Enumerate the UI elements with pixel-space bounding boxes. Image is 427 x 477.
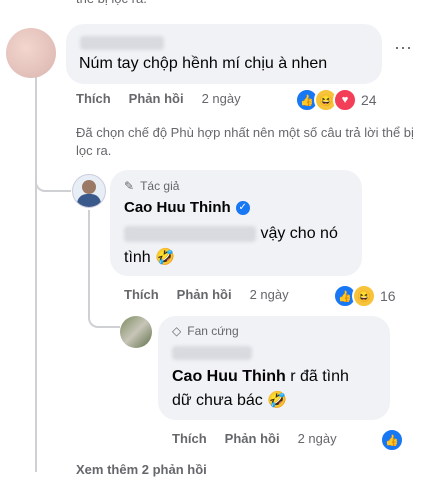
reply-bubble-author: ✎ Tác giả Cao Huu Thinh ✓ vậy cho nó tìn… <box>110 170 362 276</box>
like-button[interactable]: Thích <box>76 91 111 106</box>
comment-bubble: Núm tay chộp hềnh mí chịu à nhen <box>66 24 382 84</box>
avatar-fan[interactable] <box>120 316 152 348</box>
more-options-icon[interactable]: ⋯ <box>394 38 412 59</box>
reply-button[interactable]: Phản hồi <box>129 91 184 106</box>
verified-badge-icon: ✓ <box>235 200 250 215</box>
timestamp[interactable]: 2 ngày <box>250 287 289 302</box>
reply-text-visible: vậy cho nó <box>260 225 338 242</box>
view-more-replies[interactable]: Xem thêm 2 phản hồi <box>76 462 207 477</box>
reply-text-line2: tình <box>124 249 151 266</box>
thread-line <box>35 66 37 472</box>
reaction-summary[interactable]: 👍 <box>380 428 404 452</box>
like-reaction-icon: 👍 <box>380 428 404 452</box>
blurred-text <box>124 225 256 242</box>
avatar-commenter[interactable] <box>6 28 56 78</box>
fan-name-blurred[interactable] <box>172 344 252 362</box>
rofl-emoji: 🤣 <box>155 249 176 266</box>
reply-text: r đã tình <box>285 368 349 385</box>
love-reaction-icon: ♥ <box>333 88 357 112</box>
reaction-count: 16 <box>380 288 396 304</box>
reply-actions: Thích Phản hồi 2 ngày <box>124 287 307 302</box>
reaction-summary[interactable]: 👍 😆 ♥ 24 <box>295 88 377 112</box>
fan-badge: Fan cứng <box>187 324 239 338</box>
reply-button[interactable]: Phản hồi <box>177 287 232 302</box>
nested-thread-line <box>88 210 90 310</box>
reply-connector <box>35 172 71 192</box>
reaction-count: 24 <box>361 92 377 108</box>
timestamp[interactable]: 2 ngày <box>298 431 337 446</box>
commenter-name-blurred[interactable] <box>80 34 164 52</box>
reply-text-line2: dữ chưa bác <box>172 392 263 409</box>
reply-button[interactable]: Phản hồi <box>225 431 280 446</box>
haha-reaction-icon: 😆 <box>352 284 376 308</box>
rofl-emoji: 🤣 <box>267 392 288 409</box>
reply-connector <box>88 308 120 328</box>
like-button[interactable]: Thích <box>172 431 207 446</box>
filter-note: Đã chọn chế độ Phù hợp nhất nên một số c… <box>76 125 414 158</box>
comment-text: Núm tay chộp hềnh mí chịu à nhen <box>79 55 328 72</box>
timestamp[interactable]: 2 ngày <box>202 91 241 106</box>
reply-bubble-fan: ◇ Fan cứng Cao Huu Thinh r đã tình dữ ch… <box>158 316 390 420</box>
comment-actions: Thích Phản hồi 2 ngày <box>76 91 259 106</box>
pencil-icon: ✎ <box>124 179 135 193</box>
reply-actions: Thích Phản hồi 2 ngày <box>172 431 355 446</box>
reaction-summary[interactable]: 👍 😆 16 <box>333 284 396 308</box>
author-name[interactable]: Cao Huu Thinh <box>124 199 231 216</box>
top-filter-note-fragment: thể bị lọc ra. <box>76 0 147 8</box>
like-button[interactable]: Thích <box>124 287 159 302</box>
avatar-author[interactable] <box>72 174 106 208</box>
author-badge: Tác giả <box>140 179 180 193</box>
diamond-icon: ◇ <box>172 324 182 338</box>
mention-link[interactable]: Cao Huu Thinh <box>172 368 286 385</box>
